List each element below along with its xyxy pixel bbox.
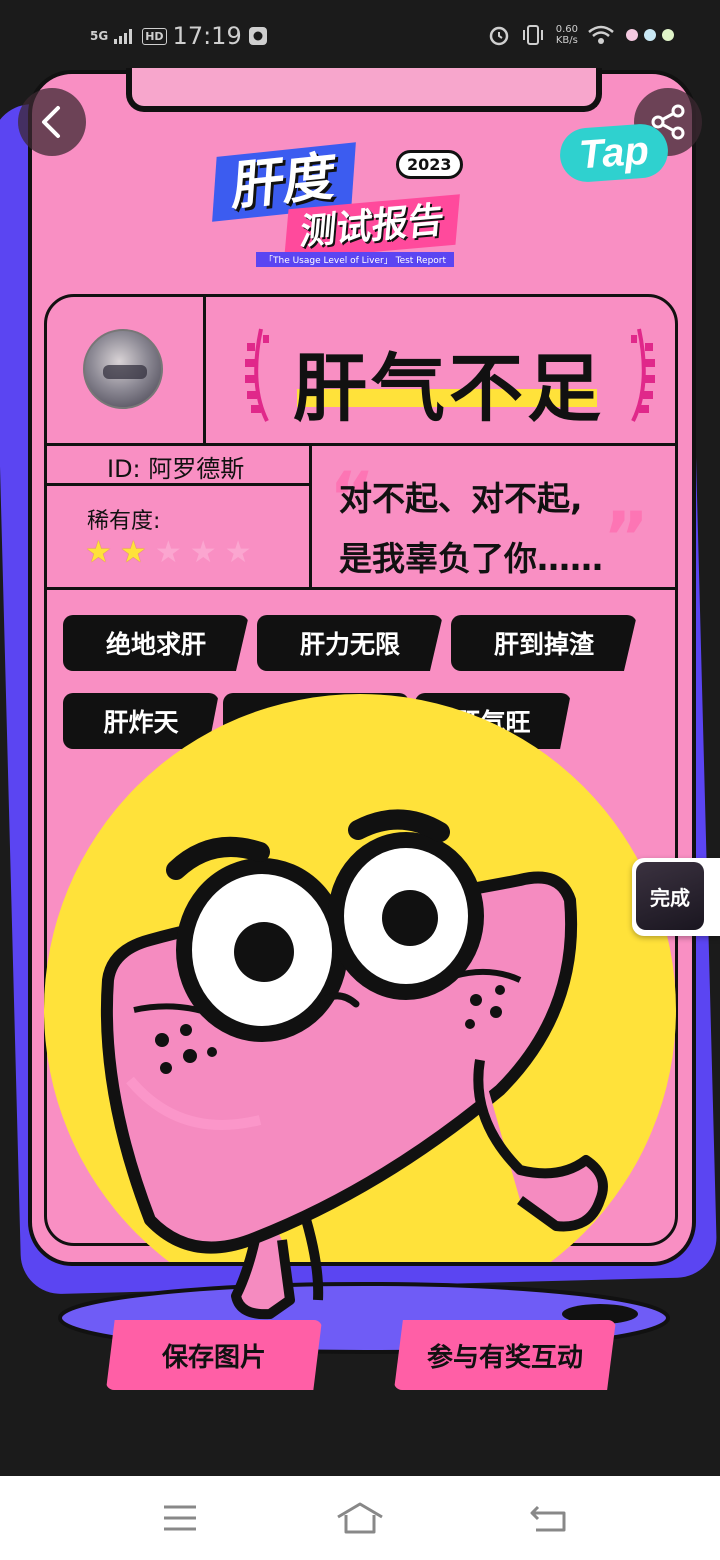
tag-chip: 肝炸天 (63, 693, 219, 749)
tag-chip: 肝力无限 (257, 615, 443, 671)
vibrate-icon (522, 25, 543, 45)
home-icon (337, 1502, 383, 1534)
join-event-button[interactable]: 参与有奖互动 (394, 1320, 616, 1390)
clock: 17:19 (172, 22, 242, 50)
card-notch (126, 68, 602, 112)
hd-badge: HD (142, 27, 167, 45)
signal-icon (114, 29, 133, 44)
menu-icon (164, 1505, 196, 1531)
result-title: 肝气不足 (293, 346, 605, 432)
star-empty-icon: ★ (224, 535, 252, 570)
tag-chip: 肝气旺 (415, 693, 571, 749)
network-speed: 0.60 KB/s (555, 24, 578, 46)
save-image-button[interactable]: 保存图片 (106, 1320, 322, 1390)
quote-line: 对不起、对不起, (339, 479, 583, 518)
star-filled-icon: ★ (85, 535, 112, 570)
report-title-logo: 肝度 2023 测试报告 「The Usage Level of Liver」 … (210, 140, 520, 270)
rarity-stars: ★ ★ ★ ★ ★ (85, 537, 252, 569)
divider (203, 297, 206, 445)
tag-chip: 绝地求肝 (63, 615, 249, 671)
report-info-table: 肝气不足 ID: 阿罗德斯 稀有度: ★ ★ ★ ★ ★ “ ” 对不起、对不起… (44, 294, 678, 1246)
wifi-icon (588, 25, 614, 44)
taptap-logo: Tap (558, 122, 670, 184)
result-title-block: 肝气不足 (223, 311, 671, 432)
laurel-left-icon (245, 328, 269, 422)
tag-chip: 肝到掉渣 (451, 615, 637, 671)
result-quote: 对不起、对不起, 是我辜负了你…… (339, 469, 669, 589)
star-empty-icon: ★ (189, 535, 217, 570)
avatar (83, 329, 163, 409)
emoji-status-icon (626, 29, 674, 41)
home-nav-button[interactable] (336, 1498, 384, 1538)
quote-line: 是我辜负了你…… (339, 539, 603, 578)
title-english: 「The Usage Level of Liver」 Test Report (256, 252, 455, 267)
chevron-left-icon (42, 106, 60, 138)
back-nav-button[interactable] (524, 1498, 572, 1538)
return-icon (530, 1505, 566, 1532)
user-id: ID: 阿罗德斯 (107, 455, 245, 483)
divider (309, 445, 312, 589)
system-nav-bar (0, 1476, 720, 1560)
menu-nav-button[interactable] (156, 1498, 204, 1538)
tag-chip: 肝拜下风 (223, 693, 409, 749)
star-filled-icon: ★ (119, 535, 147, 570)
alarm-icon (489, 26, 508, 46)
back-button[interactable] (18, 88, 86, 156)
laurel-right-icon (631, 328, 655, 422)
done-label: 完成 (636, 862, 704, 930)
star-empty-icon: ★ (154, 535, 182, 570)
year-badge: 2023 (396, 150, 463, 179)
rarity-label: 稀有度: (87, 509, 161, 534)
network-type: 5G (90, 29, 109, 43)
floating-done-widget[interactable]: 完成 (632, 858, 720, 936)
app-notification-icon (248, 27, 267, 45)
divider (47, 443, 675, 446)
